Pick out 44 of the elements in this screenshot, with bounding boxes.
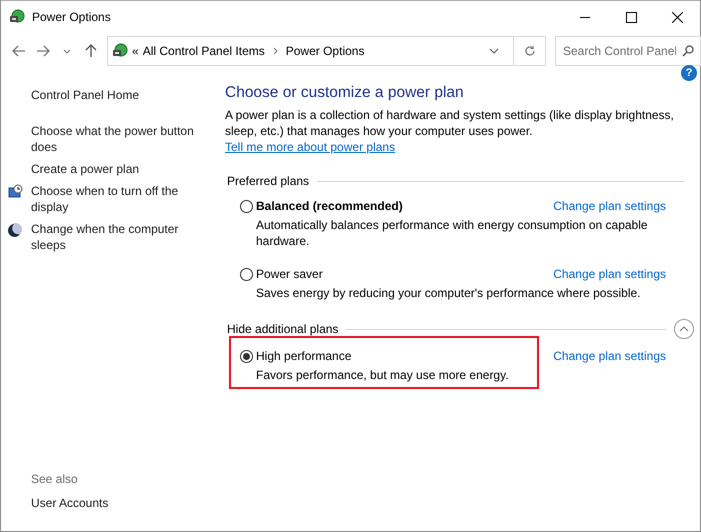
collapse-button[interactable] <box>674 319 694 339</box>
breadcrumb[interactable]: Power Options <box>282 43 368 59</box>
address-bar[interactable]: « All Control Panel Items Power Options <box>107 36 546 66</box>
close-icon <box>672 12 682 22</box>
caret-icon <box>63 48 71 54</box>
sidebar-link[interactable]: Control Panel Home <box>31 87 223 103</box>
overflow-chevron[interactable]: « <box>132 43 139 59</box>
chevron-up-icon <box>679 326 689 332</box>
sidebar-link[interactable]: Change when the computer sleeps <box>31 221 196 253</box>
change-plan-link[interactable]: Change plan settings <box>553 198 666 214</box>
sidebar-link[interactable]: Choose when to turn off the display <box>31 183 196 215</box>
breadcrumb[interactable]: All Control Panel Items <box>138 43 269 59</box>
sidebar-link[interactable]: Choose what the power button does <box>31 123 196 155</box>
plan-description: Automatically balances performance with energy consumption on capable hardware. <box>255 217 649 249</box>
minimize-icon <box>580 16 590 18</box>
forward-arrow-icon <box>36 45 50 57</box>
moon-icon <box>8 222 23 238</box>
breadcrumb-separator-icon <box>272 47 278 55</box>
maximize-icon <box>626 12 636 22</box>
back-arrow-icon <box>12 45 26 57</box>
up-arrow-icon <box>85 44 97 58</box>
monitor-clock-icon <box>8 184 23 200</box>
see-also-label: See also <box>31 471 79 487</box>
change-plan-link[interactable]: Change plan settings <box>553 348 666 364</box>
sidebar-link[interactable]: User Accounts <box>31 495 223 511</box>
search-field[interactable]: Search Control Panel <box>555 36 701 66</box>
radio-option[interactable]: High performance <box>225 348 554 364</box>
change-plan-link[interactable]: Change plan settings <box>553 266 666 282</box>
power-plug-icon <box>9 9 25 25</box>
sidebar-link[interactable]: Create a power plan <box>31 161 196 177</box>
refresh-icon <box>524 45 536 57</box>
dropdown-caret-icon <box>489 48 499 54</box>
plan-description: Saves energy by reducing your computer's performance where possible. <box>255 285 642 301</box>
power-plug-icon <box>112 43 128 59</box>
plan-description: Favors performance, but may use more energy. <box>255 367 510 383</box>
radio-option[interactable]: Power saver <box>225 266 554 282</box>
window-title: Power Options <box>32 9 111 25</box>
help-icon[interactable]: ? <box>681 65 697 81</box>
group-heading: Hide additional plans <box>227 321 338 337</box>
description-text: A power plan is a collection of hardware and system settings (like display brightness, sleep, etc.) that manages how your computer uses power. Tell me more about power plans <box>225 107 675 155</box>
page-heading: Choose or customize a power plan <box>225 83 465 103</box>
help-link[interactable]: Tell me more about power plans <box>225 140 396 154</box>
radio-option[interactable]: Balanced (recommended) <box>225 198 554 214</box>
group-heading: Preferred plans <box>227 173 310 189</box>
